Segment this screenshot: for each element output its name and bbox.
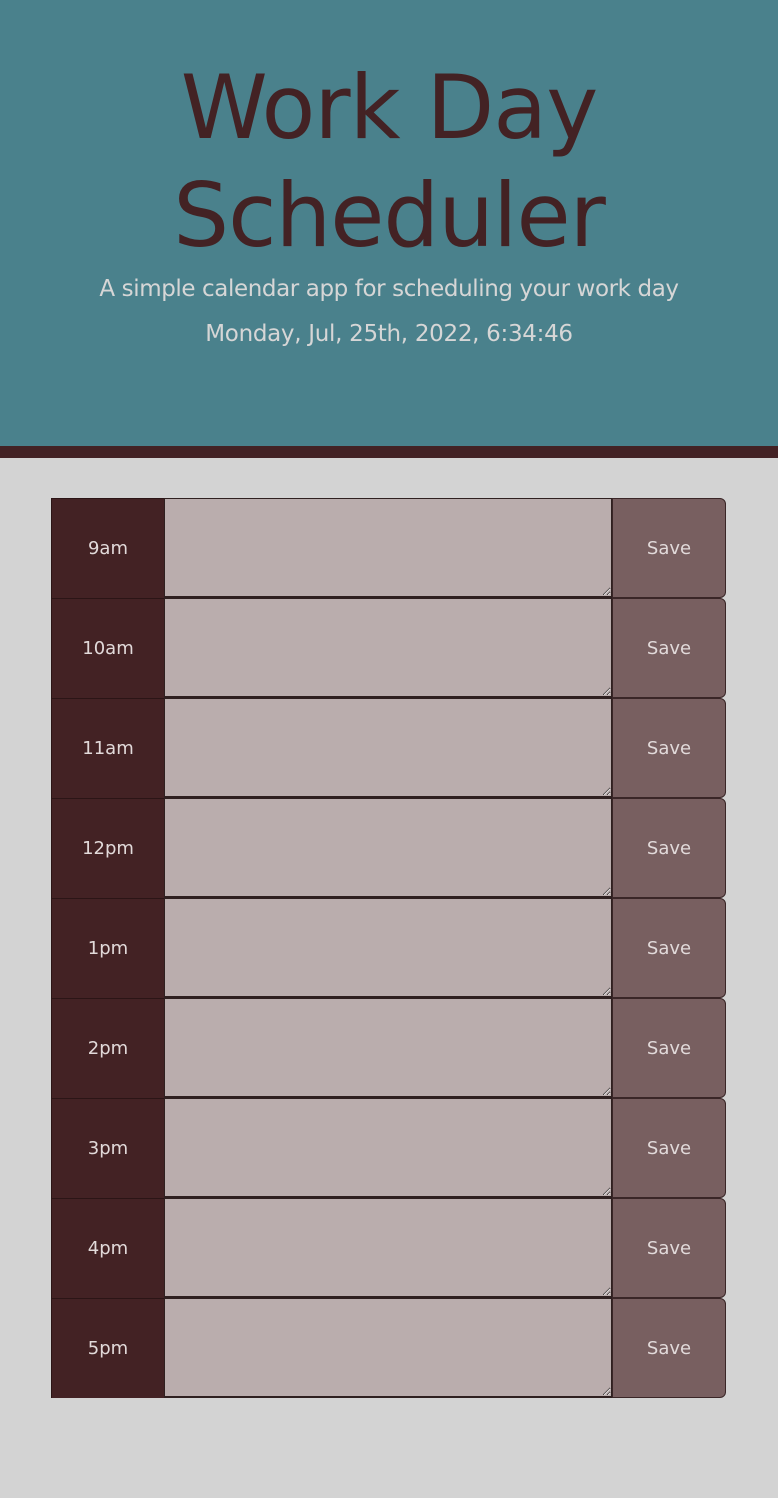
hour-label: 10am [51, 598, 164, 698]
event-description-input[interactable] [164, 698, 612, 798]
page-subtitle: A simple calendar app for scheduling you… [99, 276, 679, 302]
event-description-input[interactable] [164, 1098, 612, 1198]
time-block-9am: 9am Save [51, 498, 726, 598]
event-description-input[interactable] [164, 498, 612, 598]
hour-label: 9am [51, 498, 164, 598]
time-block-5pm: 5pm Save [51, 1298, 726, 1398]
save-button[interactable]: Save [612, 598, 726, 698]
time-block-10am: 10am Save [51, 598, 726, 698]
current-day: Monday, Jul, 25th, 2022, 6:34:46 [205, 321, 573, 347]
hour-label: 11am [51, 698, 164, 798]
event-description-input[interactable] [164, 798, 612, 898]
page-header: Work Day Scheduler A simple calendar app… [0, 0, 778, 458]
time-block-2pm: 2pm Save [51, 998, 726, 1098]
schedule-container: 9am Save 10am Save 11am Save 12pm Save 1… [51, 498, 726, 1398]
save-button[interactable]: Save [612, 1098, 726, 1198]
page-title: Work Day Scheduler [173, 56, 606, 267]
hour-label: 3pm [51, 1098, 164, 1198]
hour-label: 2pm [51, 998, 164, 1098]
time-block-4pm: 4pm Save [51, 1198, 726, 1298]
hour-label: 1pm [51, 898, 164, 998]
time-block-12pm: 12pm Save [51, 798, 726, 898]
event-description-input[interactable] [164, 1298, 612, 1398]
save-button[interactable]: Save [612, 698, 726, 798]
save-button[interactable]: Save [612, 1298, 726, 1398]
time-block-3pm: 3pm Save [51, 1098, 726, 1198]
event-description-input[interactable] [164, 1198, 612, 1298]
event-description-input[interactable] [164, 998, 612, 1098]
hour-label: 4pm [51, 1198, 164, 1298]
event-description-input[interactable] [164, 598, 612, 698]
time-block-1pm: 1pm Save [51, 898, 726, 998]
save-button[interactable]: Save [612, 898, 726, 998]
save-button[interactable]: Save [612, 498, 726, 598]
hour-label: 12pm [51, 798, 164, 898]
save-button[interactable]: Save [612, 998, 726, 1098]
event-description-input[interactable] [164, 898, 612, 998]
time-block-11am: 11am Save [51, 698, 726, 798]
save-button[interactable]: Save [612, 1198, 726, 1298]
hour-label: 5pm [51, 1298, 164, 1398]
save-button[interactable]: Save [612, 798, 726, 898]
